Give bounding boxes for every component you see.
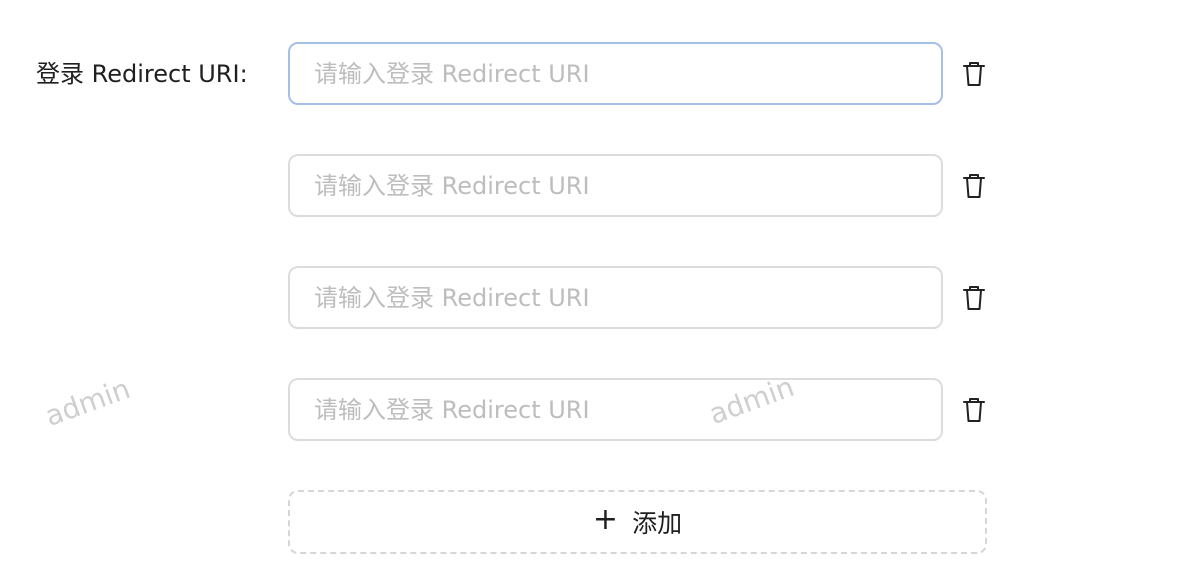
delete-uri-button[interactable] — [960, 284, 988, 312]
uri-row — [288, 42, 988, 106]
redirect-uri-input[interactable] — [288, 154, 943, 217]
redirect-uri-label: 登录 Redirect URI: — [36, 56, 248, 92]
uri-row — [288, 154, 988, 218]
uri-row — [288, 266, 988, 330]
uri-row — [288, 378, 988, 442]
redirect-uri-label-text: 登录 Redirect URI — [36, 60, 240, 88]
delete-uri-button[interactable] — [960, 396, 988, 424]
plus-icon: + — [592, 502, 619, 537]
trash-icon — [963, 62, 985, 86]
delete-uri-button[interactable] — [960, 172, 988, 200]
watermark: admin — [40, 371, 135, 433]
redirect-uri-label-suffix: : — [239, 60, 248, 88]
redirect-uri-input[interactable] — [288, 378, 943, 441]
redirect-uri-input[interactable] — [288, 42, 943, 105]
trash-icon — [963, 398, 985, 422]
delete-uri-button[interactable] — [960, 60, 988, 88]
add-uri-button-label: 添加 — [632, 509, 683, 538]
trash-icon — [963, 286, 985, 310]
add-uri-button[interactable]: + 添加 — [288, 490, 987, 554]
trash-icon — [963, 174, 985, 198]
redirect-uri-input[interactable] — [288, 266, 943, 329]
